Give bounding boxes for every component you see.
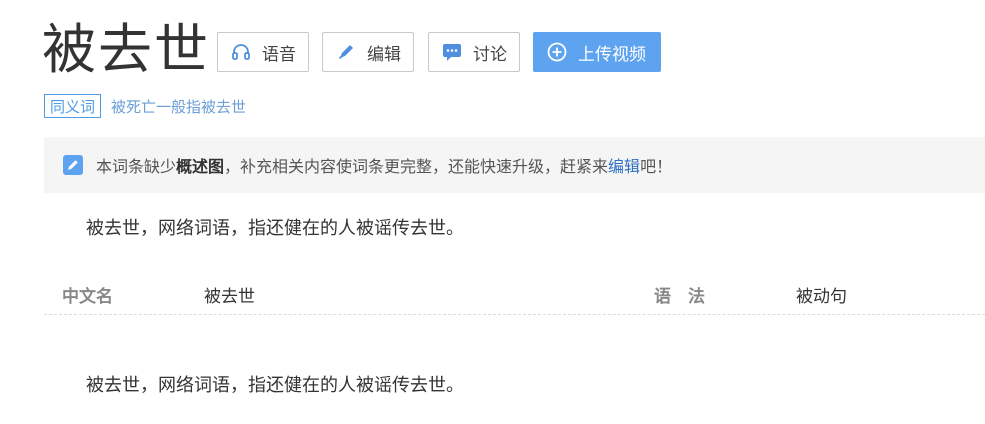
synonym-row: 同义词 被死亡一般指被去世 xyxy=(44,94,246,118)
synonym-link[interactable]: 被死亡一般指被去世 xyxy=(111,96,246,117)
notice-bold: 概述图 xyxy=(176,157,225,176)
discuss-button[interactable]: 讨论 xyxy=(428,32,520,72)
missing-image-notice: 本词条缺少概述图，补充相关内容使词条更完整，还能快速升级，赶紧来编辑吧！ xyxy=(44,137,985,193)
notice-text: 本词条缺少概述图，补充相关内容使词条更完整，还能快速升级，赶紧来编辑吧！ xyxy=(96,153,672,177)
edit-button[interactable]: 编辑 xyxy=(322,32,414,72)
info-key-grammar: 语 法 xyxy=(654,287,705,307)
basic-info-table: 中文名 被去世 语 法 被动句 xyxy=(44,272,985,315)
voice-button[interactable]: 语音 xyxy=(217,32,309,72)
edit-square-icon xyxy=(62,154,84,176)
body-paragraph: 被去世，网络词语，指还健在的人被谣传去世。 xyxy=(86,375,464,396)
edit-label: 编辑 xyxy=(367,44,401,65)
synonym-tag: 同义词 xyxy=(44,94,102,118)
notice-middle: ，补充相关内容使词条更完整，还能快速升级，赶紧来 xyxy=(224,157,609,176)
notice-suffix: 吧！ xyxy=(640,157,673,176)
notice-edit-link[interactable]: 编辑 xyxy=(608,157,640,176)
notice-prefix: 本词条缺少 xyxy=(96,157,177,176)
info-value-chinese-name: 被去世 xyxy=(204,287,255,307)
info-key-chinese-name: 中文名 xyxy=(62,287,113,307)
discuss-label: 讨论 xyxy=(473,44,507,65)
upload-video-label: 上传视频 xyxy=(578,44,646,65)
info-value-grammar: 被动句 xyxy=(796,287,847,307)
headphones-icon xyxy=(230,41,252,63)
page-title: 被去世 xyxy=(42,18,210,81)
chat-bubble-icon xyxy=(441,41,463,63)
voice-label: 语音 xyxy=(262,44,296,65)
pencil-icon xyxy=(335,41,357,63)
summary-paragraph: 被去世，网络词语，指还健在的人被谣传去世。 xyxy=(86,218,464,239)
plus-circle-icon xyxy=(546,41,568,63)
upload-video-button[interactable]: 上传视频 xyxy=(533,32,661,72)
